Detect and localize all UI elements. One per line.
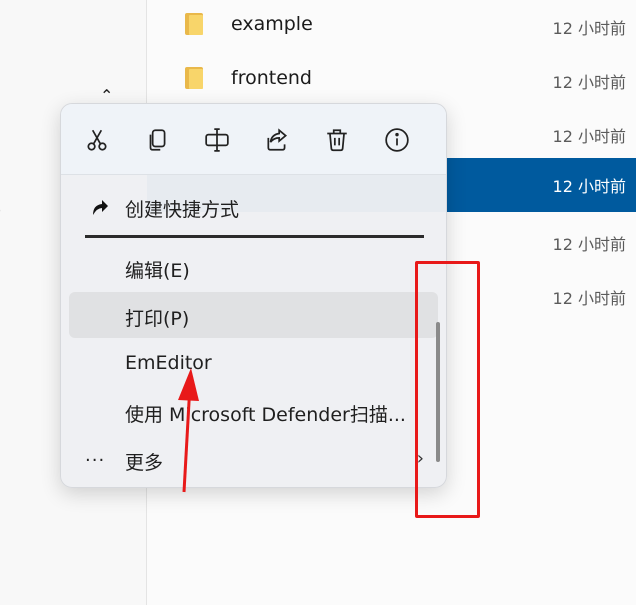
menu-item-label: 打印(P) [125,308,190,330]
file-row[interactable]: example 12 小时前 [147,0,636,54]
menu-item-edit[interactable]: 编辑(E) [69,244,438,290]
more-dots-icon: ··· [85,450,106,471]
file-row[interactable]: frontend 12 小时前 [147,54,636,108]
menu-item-defender-scan[interactable]: 使用 Microsoft Defender扫描... [69,388,438,434]
modified-time: 12 小时前 [552,127,626,146]
menu-item-label: 创建快捷方式 [125,199,240,221]
cut-icon[interactable] [81,124,113,156]
menu-item-more[interactable]: ··· 更多 › [69,436,438,482]
nav-edge-glyph: ) [0,198,2,222]
annotation-highlight-box [415,261,480,518]
context-menu-toolbar [61,104,446,175]
delete-icon[interactable] [321,124,353,156]
menu-item-label: EmEditor [125,352,212,374]
menu-separator [85,235,424,238]
context-menu: 创建快捷方式 编辑(E) 打印(P) EmEditor 使用 Microsoft… [60,103,447,488]
file-name: frontend [231,67,312,89]
properties-icon[interactable] [381,124,413,156]
menu-item-create-shortcut[interactable]: 创建快捷方式 [69,183,438,229]
modified-time: 12 小时前 [552,235,626,254]
modified-time: 12 小时前 [552,19,626,38]
folder-icon [185,67,203,89]
menu-item-print[interactable]: 打印(P) [69,292,438,338]
menu-item-label: 编辑(E) [125,260,190,282]
menu-item-emeditor[interactable]: EmEditor [69,340,438,386]
share-icon[interactable] [261,124,293,156]
rename-icon[interactable] [201,124,233,156]
file-name: example [231,13,313,35]
copy-icon[interactable] [141,124,173,156]
modified-time: 12 小时前 [552,73,626,92]
folder-icon [185,13,203,35]
shortcut-arrow-icon [90,197,110,217]
modified-time: 12 小时前 [552,289,626,308]
modified-time: 12 小时前 [552,177,626,196]
menu-item-label: 使用 Microsoft Defender扫描... [125,404,406,426]
menu-item-label: 更多 [125,452,164,474]
